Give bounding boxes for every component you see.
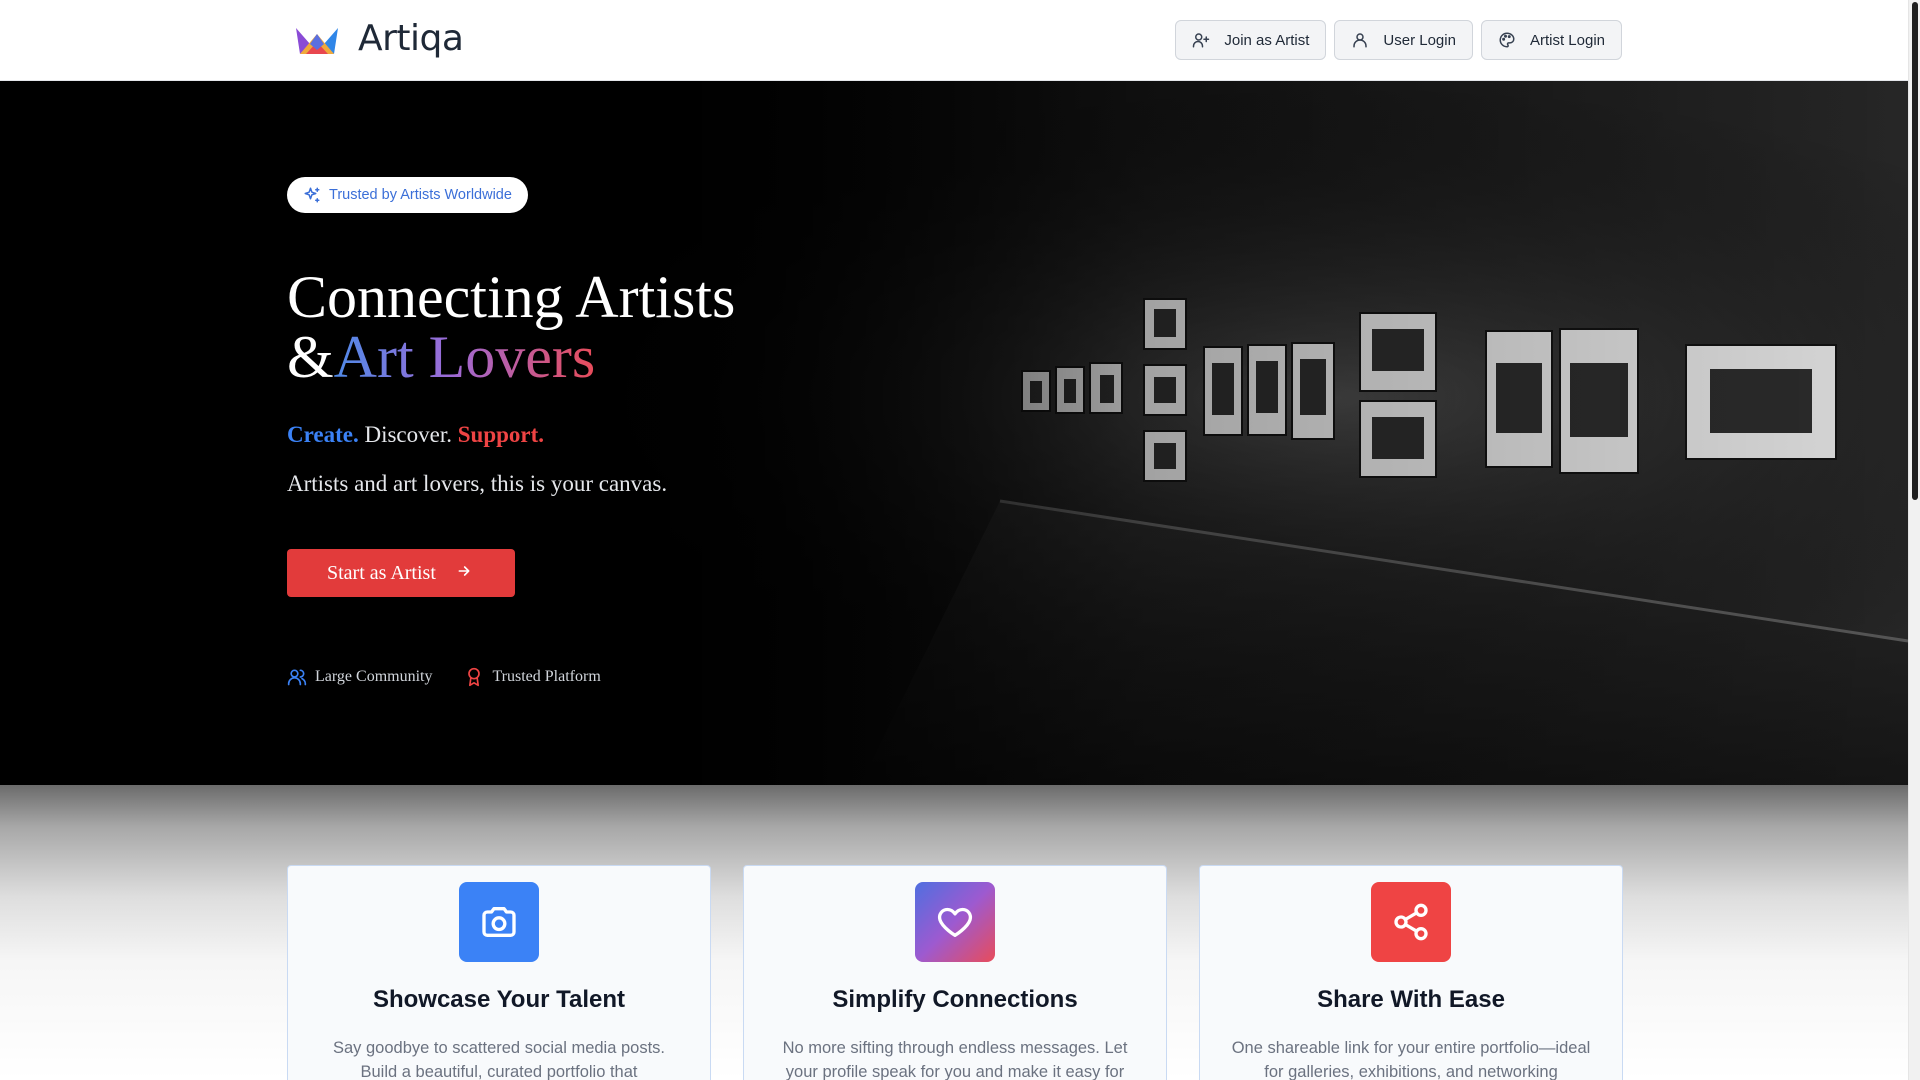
feature-title: Showcase Your Talent [372, 986, 626, 1013]
user-login-button[interactable]: User Login [1334, 20, 1473, 60]
page-scrollbar[interactable] [1908, 0, 1920, 1080]
palette-icon [1498, 31, 1516, 49]
tagline-create: Create. [287, 422, 359, 447]
hero-title-line1: Connecting Artists [287, 264, 736, 330]
feature-title: Simplify Connections [832, 986, 1078, 1013]
arrow-right-icon [456, 563, 472, 584]
feature-card-share: Share With Ease One shareable link for y… [1199, 865, 1623, 1080]
header-nav: Join as Artist User Login Artist Login [1175, 20, 1622, 60]
user-plus-icon [1192, 31, 1210, 49]
heart-icon [915, 882, 995, 962]
share-icon [1371, 882, 1451, 962]
stat-trusted: Trusted Platform [464, 667, 601, 687]
award-icon [464, 667, 484, 687]
camera-icon [459, 882, 539, 962]
start-as-artist-label: Start as Artist [327, 561, 436, 584]
hero-stats: Large Community Trusted Platform [287, 667, 601, 687]
feature-card-connections: Simplify Connections No more sifting thr… [743, 865, 1167, 1080]
hero-title: Connecting Artists &Art Lovers [287, 267, 735, 387]
feature-card-showcase: Showcase Your Talent Say goodbye to scat… [287, 865, 711, 1080]
stat-trusted-label: Trusted Platform [492, 668, 601, 685]
trust-badge: Trusted by Artists Worldwide [287, 177, 528, 213]
hero-section: Trusted by Artists Worldwide Connecting … [0, 81, 1908, 785]
feature-text: Say goodbye to scattered social media po… [332, 1039, 666, 1080]
users-icon [287, 667, 307, 687]
tagline-support: Support. [457, 422, 545, 447]
sparkles-icon [303, 186, 321, 204]
join-as-artist-label: Join as Artist [1224, 31, 1310, 49]
feature-title: Share With Ease [1317, 986, 1505, 1013]
top-navbar: Artiqa Join as Artist User Login Artist … [0, 0, 1908, 81]
join-as-artist-button[interactable]: Join as Artist [1175, 20, 1327, 60]
brand-logo[interactable]: Artiqa [294, 18, 464, 59]
user-login-label: User Login [1383, 31, 1456, 49]
logo-icon [294, 20, 340, 58]
artist-login-label: Artist Login [1529, 31, 1605, 49]
stat-community: Large Community [287, 667, 432, 687]
hero-tagline: Create. Discover. Support. [287, 422, 544, 448]
stat-community-label: Large Community [315, 668, 433, 685]
feature-text: One shareable link for your entire portf… [1231, 1039, 1591, 1080]
scrollbar-thumb[interactable] [1912, 2, 1918, 500]
start-as-artist-button[interactable]: Start as Artist [287, 549, 515, 597]
tagline-discover: Discover. [364, 422, 452, 447]
hero-title-prefix: & [287, 324, 334, 390]
user-icon [1351, 31, 1369, 49]
artist-login-button[interactable]: Artist Login [1480, 20, 1622, 60]
hero-title-highlight: Art Lovers [333, 324, 596, 390]
brand-name: Artiqa [358, 18, 464, 59]
hero-subtitle: Artists and art lovers, this is your can… [287, 471, 668, 496]
feature-text: No more sifting through endless messages… [782, 1039, 1128, 1080]
trust-badge-label: Trusted by Artists Worldwide [329, 187, 512, 203]
